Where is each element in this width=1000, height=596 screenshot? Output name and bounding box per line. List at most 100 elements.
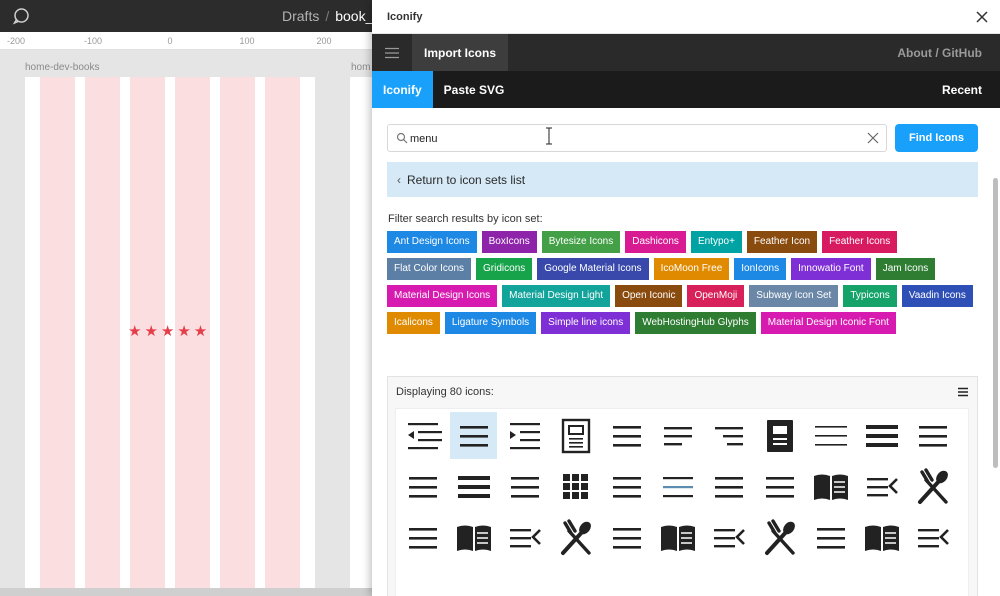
filter-label: Filter search results by icon set: xyxy=(388,213,543,225)
layout-grid-column xyxy=(220,77,255,596)
book-open-icon[interactable] xyxy=(858,514,905,561)
frame-label[interactable]: hom xyxy=(351,62,370,73)
filter-tag[interactable]: IonIcons xyxy=(734,258,787,280)
filter-tag[interactable]: Google Material Icons xyxy=(537,258,649,280)
results-header: Displaying 80 icons: xyxy=(388,377,977,406)
fork-spoon-icon[interactable] xyxy=(909,463,956,510)
filter-tag[interactable]: Bytesize Icons xyxy=(541,231,621,253)
frame-label[interactable]: home-dev-books xyxy=(25,62,99,73)
filter-tag[interactable]: Material Design Iconic Font xyxy=(760,312,896,334)
return-label: Return to icon sets list xyxy=(407,172,526,187)
filter-tag[interactable]: Feather Icons xyxy=(822,231,898,253)
indent-increase-icon[interactable] xyxy=(501,412,548,459)
breadcrumb-separator: / xyxy=(325,8,330,24)
filter-tag[interactable]: Ligature Symbols xyxy=(444,312,537,334)
close-icon[interactable] xyxy=(974,9,990,25)
menu-lines-icon[interactable] xyxy=(603,463,650,510)
filter-tag[interactable]: Material Design Light xyxy=(502,285,611,307)
menu-close-icon[interactable] xyxy=(858,463,905,510)
filter-tag[interactable]: IcoMoon Free xyxy=(653,258,730,280)
filter-tag[interactable]: Entypo+ xyxy=(690,231,742,253)
chevron-left-icon: ‹ xyxy=(397,172,401,187)
align-left-icon[interactable] xyxy=(654,412,701,459)
filter-tag[interactable]: Material Design Icons xyxy=(387,285,498,307)
filter-tag[interactable]: Typicons xyxy=(843,285,897,307)
menu-lines-icon[interactable] xyxy=(399,514,446,561)
menu-colored-icon[interactable] xyxy=(654,463,701,510)
menu-lines-icon[interactable] xyxy=(807,514,854,561)
ruler-label: 0 xyxy=(167,36,173,46)
menu-lines-icon[interactable] xyxy=(705,463,752,510)
plugin-main-nav: Import Icons About / GitHub xyxy=(372,34,1000,71)
menu-lines-icon[interactable] xyxy=(909,412,956,459)
horizontal-ruler: -200 -100 0 100 200 xyxy=(0,32,372,50)
frame-second[interactable] xyxy=(350,77,372,596)
figma-canvas[interactable]: home-dev-books hom ★★★★★ xyxy=(0,50,372,596)
filter-tag[interactable]: OpenMoji xyxy=(687,285,745,307)
filter-tag[interactable]: Subway Icon Set xyxy=(749,285,839,307)
about-github-link[interactable]: About / GitHub xyxy=(897,34,1000,71)
filter-tag[interactable]: Flat Color Icons xyxy=(387,258,472,280)
filter-tag[interactable]: Feather Icon xyxy=(746,231,818,253)
return-to-sets-link[interactable]: ‹ Return to icon sets list xyxy=(387,162,978,197)
menu-lines-icon[interactable] xyxy=(450,412,497,459)
notebook-icon[interactable] xyxy=(552,412,599,459)
menu-close-icon[interactable] xyxy=(501,514,548,561)
plugin-scrollbar[interactable] xyxy=(993,178,998,468)
layout-grid-column xyxy=(265,77,300,596)
book-open-icon[interactable] xyxy=(807,463,854,510)
menu-bold-icon[interactable] xyxy=(450,463,497,510)
book-open-icon[interactable] xyxy=(654,514,701,561)
filter-tag[interactable]: Ant Design Icons xyxy=(387,231,477,253)
book-open-icon[interactable] xyxy=(450,514,497,561)
filter-tag[interactable]: Dashicons xyxy=(625,231,686,253)
rating-stars[interactable]: ★★★★★ xyxy=(128,322,210,340)
find-icons-button[interactable]: Find Icons xyxy=(895,124,978,152)
layout-grid-column xyxy=(40,77,75,596)
tab-import-icons[interactable]: Import Icons xyxy=(412,34,509,71)
menu-close-icon[interactable] xyxy=(909,514,956,561)
tab-recent[interactable]: Recent xyxy=(942,71,1000,108)
clear-search-icon[interactable] xyxy=(866,131,880,145)
menu-close-icon[interactable] xyxy=(705,514,752,561)
results-count: Displaying 80 icons: xyxy=(396,385,494,398)
fork-spoon-icon[interactable] xyxy=(552,514,599,561)
menu-lines-icon[interactable] xyxy=(399,463,446,510)
filter-tag[interactable]: Innowatio Font xyxy=(791,258,871,280)
tab-iconify[interactable]: Iconify xyxy=(372,71,433,108)
search-input[interactable] xyxy=(410,130,850,147)
menu-thin-icon[interactable] xyxy=(807,412,854,459)
list-view-icon[interactable] xyxy=(957,387,969,397)
menu-lines-icon[interactable] xyxy=(603,412,650,459)
ruler-label: 200 xyxy=(316,36,332,46)
menu-lines-icon[interactable] xyxy=(756,463,803,510)
breadcrumb-file[interactable]: book_ xyxy=(335,8,373,24)
filter-tag[interactable]: Jam Icons xyxy=(875,258,936,280)
book-filled-icon[interactable] xyxy=(756,412,803,459)
plugin-title: Iconify xyxy=(387,10,423,23)
layout-grid-column xyxy=(85,77,120,596)
plugin-content: Find Icons ‹ Return to icon sets list Fi… xyxy=(372,108,1000,596)
comment-icon[interactable] xyxy=(12,7,30,25)
filter-tag[interactable]: Simple line icons xyxy=(541,312,631,334)
menu-lines-icon[interactable] xyxy=(603,514,650,561)
text-cursor-icon xyxy=(546,127,552,145)
tab-paste-svg[interactable]: Paste SVG xyxy=(433,71,516,108)
indent-decrease-icon[interactable] xyxy=(399,412,446,459)
grid-icon[interactable] xyxy=(552,463,599,510)
fork-spoon-icon[interactable] xyxy=(756,514,803,561)
filter-tag[interactable]: BoxIcons xyxy=(481,231,537,253)
filter-tag[interactable]: Gridicons xyxy=(476,258,533,280)
menu-lines-icon[interactable] xyxy=(501,463,548,510)
plugin-sub-nav: Iconify Paste SVG Recent xyxy=(372,71,1000,108)
filter-tag[interactable]: Open Iconic xyxy=(615,285,683,307)
filter-tag[interactable]: Vaadin Icons xyxy=(901,285,973,307)
filter-tag[interactable]: WebHostingHub Glyphs xyxy=(635,312,756,334)
search-box[interactable] xyxy=(387,124,887,152)
ruler-label: 100 xyxy=(239,36,255,46)
filter-tag[interactable]: Icalicons xyxy=(387,312,440,334)
breadcrumb-project[interactable]: Drafts xyxy=(282,8,319,24)
menu-bold-icon[interactable] xyxy=(858,412,905,459)
menu-icon[interactable] xyxy=(372,34,412,71)
align-right-icon[interactable] xyxy=(705,412,752,459)
